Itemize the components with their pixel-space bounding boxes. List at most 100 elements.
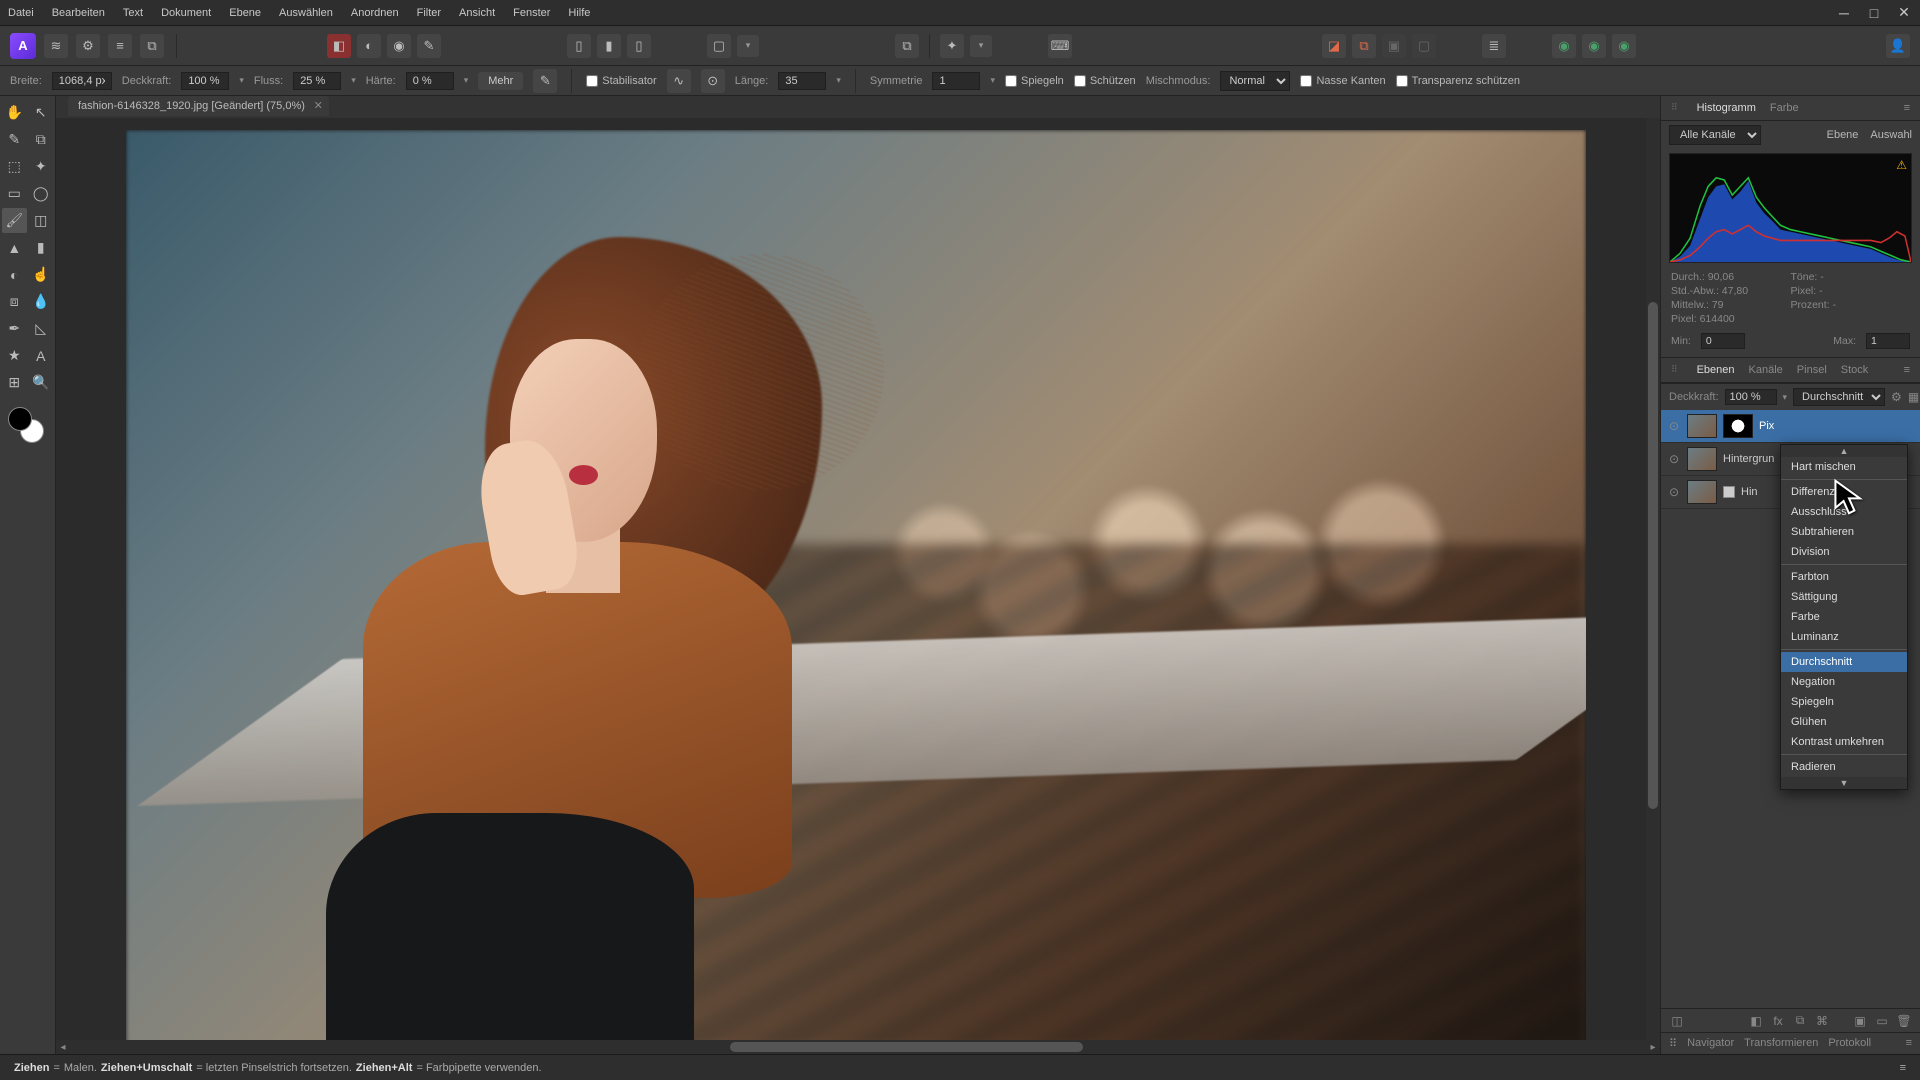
menu-ansicht[interactable]: Ansicht: [459, 7, 495, 19]
layer-link-btn-icon[interactable]: ⌘: [1814, 1014, 1830, 1028]
tab-farbe[interactable]: Farbe: [1768, 100, 1801, 116]
cloud-2-btn[interactable]: ◉: [1582, 34, 1606, 58]
laenge-dropdown-icon[interactable]: ▾: [836, 75, 841, 86]
hist-auswahl-label[interactable]: Auswahl: [1870, 129, 1912, 141]
layer-visibility-icon[interactable]: ⊙: [1669, 419, 1681, 433]
menu-hilfe[interactable]: Hilfe: [568, 7, 590, 19]
schuetzen-checkbox[interactable]: Schützen: [1074, 75, 1136, 87]
layer-thumb[interactable]: [1687, 480, 1717, 504]
layer-visibility-icon[interactable]: ⊙: [1669, 452, 1681, 466]
panel-menu-icon[interactable]: ≡: [1902, 362, 1912, 378]
blur-tool-icon[interactable]: 💧: [29, 289, 54, 314]
snapping-dropdown-icon[interactable]: ▾: [737, 35, 759, 57]
picker-tool-btn[interactable]: ✎: [417, 34, 441, 58]
flood-select-tool-icon[interactable]: ✦: [29, 154, 54, 179]
color-wheel-btn[interactable]: ◉: [387, 34, 411, 58]
tab-stock[interactable]: Stock: [1839, 362, 1871, 378]
assistant-btn[interactable]: ≣: [1482, 34, 1506, 58]
panel-drag-handle-icon[interactable]: ⠿: [1669, 100, 1681, 116]
transparenz-checkbox[interactable]: Transparenz schützen: [1396, 75, 1520, 87]
tab-pinsel[interactable]: Pinsel: [1795, 362, 1829, 378]
blend-item-spiegeln[interactable]: Spiegeln: [1781, 692, 1907, 712]
fluss-input[interactable]: [293, 72, 341, 90]
swatches-btn[interactable]: ◐: [357, 34, 381, 58]
dropdown-scroll-down-icon[interactable]: ▼: [1781, 777, 1907, 789]
blend-item-ausschluss[interactable]: Ausschluss: [1781, 502, 1907, 522]
scroll-left-icon[interactable]: ◂: [56, 1040, 70, 1054]
blend-item-differenz[interactable]: Differenz: [1781, 482, 1907, 502]
align-right-btn[interactable]: ▯: [627, 34, 651, 58]
max-input[interactable]: [1866, 333, 1910, 349]
tab-ebenen[interactable]: Ebenen: [1695, 362, 1737, 378]
minimize-icon[interactable]: ─: [1836, 5, 1852, 21]
quickmask-btn[interactable]: ⌨: [1048, 34, 1072, 58]
opacity-dropdown-icon[interactable]: ▾: [1783, 392, 1788, 403]
min-input[interactable]: [1701, 333, 1745, 349]
hand-tool-icon[interactable]: ✋: [2, 100, 27, 125]
layer-delete-btn-icon[interactable]: 🗑: [1896, 1014, 1912, 1028]
layer-opacity-input[interactable]: [1725, 389, 1777, 405]
text-tool-icon[interactable]: A: [29, 343, 54, 368]
gradient-tool-icon[interactable]: ▮: [29, 235, 54, 260]
tab-histogramm[interactable]: Histogramm: [1695, 100, 1758, 116]
clone-tool-icon[interactable]: ⧈: [2, 289, 27, 314]
blend-item-luminanz[interactable]: Luminanz: [1781, 627, 1907, 647]
crop-tool-icon[interactable]: ⧉: [29, 127, 54, 152]
stabilize-mode2-icon[interactable]: ⊙: [701, 69, 725, 93]
menu-bearbeiten[interactable]: Bearbeiten: [52, 7, 105, 19]
freehand-select-tool-icon[interactable]: ◯: [29, 181, 54, 206]
nasse-kanten-checkbox[interactable]: Nasse Kanten: [1300, 75, 1385, 87]
layer-name[interactable]: Pix: [1759, 420, 1912, 432]
layer-blend-select[interactable]: Durchschnitt: [1793, 388, 1885, 406]
status-menu-icon[interactable]: ≡: [1900, 1062, 1906, 1074]
menu-anordnen[interactable]: Anordnen: [351, 7, 399, 19]
layer-mask-btn-icon[interactable]: ◫: [1669, 1014, 1685, 1028]
haerte-dropdown-icon[interactable]: ▾: [464, 75, 469, 86]
channel-select[interactable]: Alle Kanäle: [1669, 125, 1761, 145]
symmetrie-input[interactable]: [932, 72, 980, 90]
zoom-tool-icon[interactable]: 🔍: [29, 370, 54, 395]
blend-item-saettigung[interactable]: Sättigung: [1781, 587, 1907, 607]
histogram-warning-icon[interactable]: ⚠: [1896, 158, 1907, 172]
blend-item-radieren[interactable]: Radieren: [1781, 757, 1907, 777]
color-picker-btn[interactable]: ◧: [327, 34, 351, 58]
layer-thumb[interactable]: [1687, 447, 1717, 471]
blend-item-division[interactable]: Division: [1781, 542, 1907, 562]
breite-input[interactable]: [52, 72, 112, 90]
horizontal-scrollbar[interactable]: ◂ ▸: [56, 1040, 1660, 1054]
move-btn[interactable]: ✦: [940, 34, 964, 58]
symmetrie-dropdown-icon[interactable]: ▾: [990, 75, 995, 86]
align-left-btn[interactable]: ▯: [567, 34, 591, 58]
blend-item-durchschnitt[interactable]: Durchschnitt: [1781, 652, 1907, 672]
marquee-tool-icon[interactable]: ▭: [2, 181, 27, 206]
arrange-btn[interactable]: ⧉: [895, 34, 919, 58]
node-tool-icon[interactable]: ◺: [29, 316, 54, 341]
layer-crop-btn-icon[interactable]: ⧉: [1792, 1013, 1808, 1028]
move-dropdown-icon[interactable]: ▾: [970, 35, 992, 57]
brush-preset-icon[interactable]: ✎: [533, 69, 557, 93]
tab-kanaele[interactable]: Kanäle: [1747, 362, 1785, 378]
layer-visibility-icon[interactable]: ⊙: [1669, 485, 1681, 499]
haerte-input[interactable]: [406, 72, 454, 90]
mehr-button[interactable]: Mehr: [478, 72, 523, 90]
layer-group-btn-icon[interactable]: ▭: [1874, 1014, 1890, 1028]
foreground-color[interactable]: [8, 407, 32, 431]
persona-export-icon[interactable]: ⧉: [140, 34, 164, 58]
blend-mode-dropdown[interactable]: ▲ Hart mischen Differenz Ausschluss Subt…: [1780, 444, 1908, 790]
dropdown-scroll-up-icon[interactable]: ▲: [1781, 445, 1907, 457]
menu-dokument[interactable]: Dokument: [161, 7, 211, 19]
deckkraft-input[interactable]: [181, 72, 229, 90]
tab-navigator[interactable]: Navigator: [1687, 1037, 1734, 1050]
menu-text[interactable]: Text: [123, 7, 143, 19]
snapping-btn[interactable]: ▢: [707, 34, 731, 58]
persona-tone-icon[interactable]: ≡: [108, 34, 132, 58]
layer-fx-icon[interactable]: ⚙: [1891, 390, 1902, 404]
smudge-tool-icon[interactable]: ☝: [29, 262, 54, 287]
tab-protokoll[interactable]: Protokoll: [1828, 1037, 1871, 1050]
paint-brush-tool-icon[interactable]: 🖌: [2, 208, 27, 233]
mesh-tool-icon[interactable]: ⊞: [2, 370, 27, 395]
layer-lock-icon[interactable]: ▦: [1908, 390, 1919, 404]
blend-item-gluehen[interactable]: Glühen: [1781, 712, 1907, 732]
blend-item-farbe[interactable]: Farbe: [1781, 607, 1907, 627]
color-picker-tool-icon[interactable]: ✎: [2, 127, 27, 152]
